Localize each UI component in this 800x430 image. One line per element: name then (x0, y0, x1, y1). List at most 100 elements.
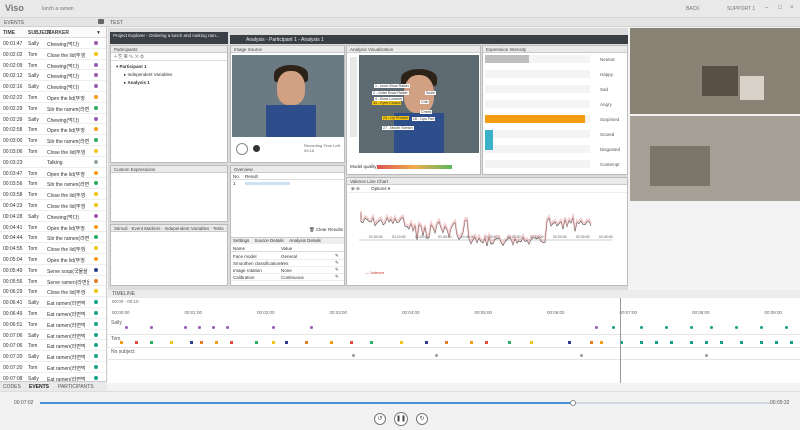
sally-marker[interactable] (665, 326, 668, 329)
event-row[interactable]: 00:04:44 Tom Stir the ramen(라면 (0, 232, 106, 244)
sally-marker[interactable] (150, 326, 153, 329)
edit-icon[interactable]: ✎ (335, 267, 339, 273)
tab-stimuli[interactable]: Stimuli (114, 226, 128, 231)
zoom-out-icon[interactable]: ⊖ (356, 186, 360, 191)
sally-marker[interactable] (785, 326, 788, 329)
tab-independent-variables[interactable]: Independent Variables (165, 226, 210, 231)
sally-marker[interactable] (198, 326, 201, 329)
tab-event-markers[interactable]: Event Markers (132, 226, 161, 231)
tab-tests[interactable]: Tests (213, 226, 224, 231)
event-row[interactable]: 00:03:58 Tom Close the lid(뚜껑 (0, 189, 106, 200)
tom-marker[interactable] (272, 341, 275, 344)
tom-marker[interactable] (400, 341, 403, 344)
event-row[interactable]: 00:04:28 Sally Chewing(먹다) (0, 211, 106, 222)
sally-marker[interactable] (735, 326, 738, 329)
minimize-icon[interactable]: – (765, 5, 768, 11)
event-row[interactable]: 00:06:29 Tom Close the lid(뚜껑 (0, 286, 106, 298)
record-button-icon[interactable] (236, 143, 248, 155)
sally-marker[interactable] (272, 326, 275, 329)
chart-options[interactable]: Options (371, 186, 387, 191)
event-row[interactable]: 00:06:49 Tom Eat ramen(라면먹 (0, 308, 106, 319)
event-row[interactable]: 00:04:55 Tom Close the lid(뚜껑 (0, 243, 106, 254)
edit-icon[interactable]: ✎ (335, 260, 339, 266)
pause-icon[interactable]: ❚❚ (394, 412, 408, 426)
event-row[interactable]: 00:04:41 Tom Open the lid(뚜껑 (0, 222, 106, 233)
event-row[interactable]: 00:03:47 Tom Open the lid(뚜껑 (0, 168, 106, 179)
tab-events[interactable]: EVENTS (29, 384, 49, 390)
participants-toolbar[interactable]: + ⎘ ▣ ✎ ✕ ⚙ (111, 53, 227, 61)
col-marker[interactable]: MARKER (47, 30, 69, 36)
sally-marker[interactable] (310, 326, 313, 329)
event-row[interactable]: 00:03:06 Tom Close the lid(뚜껑 (0, 146, 106, 157)
event-row[interactable]: 00:02:09 Tom Chewing(먹다) (0, 60, 106, 71)
clear-results-button[interactable]: 🗑 Clear Results (309, 227, 343, 233)
event-row[interactable]: 00:01:47 Sally Chewing(먹다) (0, 38, 106, 49)
tom-marker[interactable] (508, 341, 511, 344)
tom-marker[interactable] (775, 341, 778, 344)
no-subject-marker[interactable] (705, 354, 708, 357)
tab-settings[interactable]: Settings (233, 238, 249, 243)
no-subject-marker[interactable] (435, 354, 438, 357)
sally-marker[interactable] (595, 326, 598, 329)
tom-marker[interactable] (230, 341, 233, 344)
tom-marker[interactable] (370, 341, 373, 344)
event-row[interactable]: 00:02:02 Tom Close the lid(뚜껑 (0, 49, 106, 60)
zoom-in-icon[interactable]: ⊕ (351, 186, 355, 191)
sally-marker[interactable] (125, 326, 128, 329)
event-row[interactable]: 00:02:12 Sally Chewing(먹다) (0, 70, 106, 82)
tom-marker[interactable] (670, 341, 673, 344)
tom-marker[interactable] (190, 341, 193, 344)
tom-marker[interactable] (600, 341, 603, 344)
event-row[interactable]: 00:05:04 Tom Open the lid(뚜껑 (0, 254, 106, 265)
support-button[interactable]: SUPPORT 1 (727, 6, 755, 12)
event-row[interactable]: 00:03:23 Talking (0, 157, 106, 168)
rewind-icon[interactable]: ↺ (374, 413, 386, 425)
timeline-playhead[interactable] (620, 298, 621, 383)
forward-icon[interactable]: ↻ (416, 413, 428, 425)
sally-marker[interactable] (212, 326, 215, 329)
tom-marker[interactable] (215, 341, 218, 344)
tom-marker[interactable] (120, 341, 123, 344)
sally-marker[interactable] (690, 326, 693, 329)
tom-marker[interactable] (640, 341, 643, 344)
tom-marker[interactable] (135, 341, 138, 344)
event-row[interactable]: 00:05:56 Tom Serve ramen(라면을 (0, 276, 106, 287)
settings-row[interactable]: Face model General ✎ (231, 253, 344, 260)
event-row[interactable]: 00:02:58 Tom Open the lid(뚜껑 (0, 124, 106, 136)
tom-marker[interactable] (760, 341, 763, 344)
tom-marker[interactable] (485, 341, 488, 344)
tom-marker[interactable] (655, 341, 658, 344)
sally-marker[interactable] (710, 326, 713, 329)
tom-marker[interactable] (170, 341, 173, 344)
sally-marker[interactable] (612, 326, 615, 329)
tom-marker[interactable] (590, 341, 593, 344)
col-time[interactable]: TIME (3, 30, 15, 36)
lane-tom[interactable]: Tom (108, 335, 800, 348)
tom-marker[interactable] (285, 341, 288, 344)
lane-no-subject[interactable]: No subject (108, 348, 800, 360)
tom-marker[interactable] (330, 341, 333, 344)
tab-analysis-details[interactable]: Analysis Details (289, 238, 321, 243)
overview-row[interactable]: 1 (231, 180, 344, 187)
tom-marker[interactable] (200, 341, 203, 344)
event-row[interactable]: 00:06:51 Tom Eat ramen(라면먹 (0, 319, 106, 330)
edit-icon[interactable]: ✎ (335, 274, 339, 280)
tom-marker[interactable] (150, 341, 153, 344)
edit-icon[interactable]: ✎ (335, 253, 339, 259)
tom-marker[interactable] (568, 341, 571, 344)
event-row[interactable]: 00:03:56 Tom Stir the ramen(라면 (0, 178, 106, 190)
tom-marker[interactable] (255, 341, 258, 344)
sally-marker[interactable] (184, 326, 187, 329)
tom-marker[interactable] (445, 341, 448, 344)
event-row[interactable]: 00:02:22 Tom Open the lid(뚜껑 (0, 92, 106, 103)
stop-button-icon[interactable] (253, 145, 260, 152)
no-subject-marker[interactable] (352, 354, 355, 357)
viz-tool-strip[interactable] (350, 57, 357, 137)
tab-source-details[interactable]: Source Details (255, 238, 284, 243)
close-icon[interactable]: × (790, 5, 794, 11)
maximize-icon[interactable]: □ (778, 5, 782, 11)
tom-marker[interactable] (470, 341, 473, 344)
event-row[interactable]: 00:04:23 Tom Close the lid(뚜껑 (0, 200, 106, 211)
no-subject-marker[interactable] (580, 354, 583, 357)
participant-1-item[interactable]: ▾ Participant 1 (116, 63, 222, 71)
